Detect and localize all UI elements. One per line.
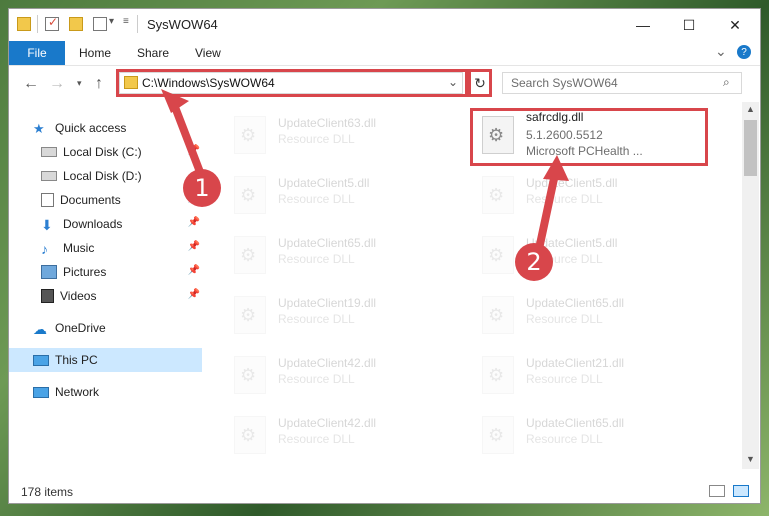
arrow-2-head <box>543 155 569 181</box>
file-explorer-window: ✓ ▾ ≡ SysWOW64 — ☐ ✕ File Home Share Vie… <box>8 8 761 504</box>
arrow-2 <box>535 170 559 253</box>
annotation-arrows <box>161 89 569 253</box>
callout-badge-2: 2 <box>515 243 553 281</box>
arrow-1-head <box>161 89 189 113</box>
callout-badge-1: 1 <box>183 169 221 207</box>
